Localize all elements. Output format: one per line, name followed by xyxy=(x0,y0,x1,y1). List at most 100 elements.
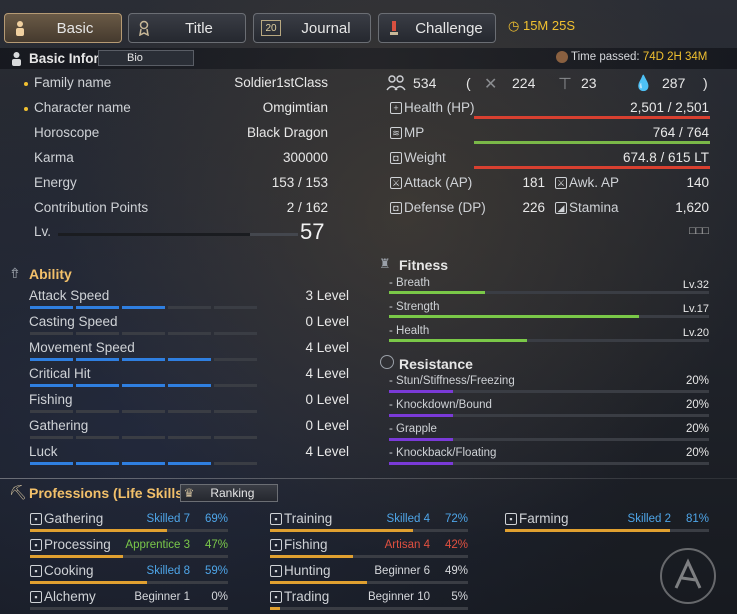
ability-label: Gathering xyxy=(29,418,89,433)
resistance-label: - Stun/Stiffness/Freezing xyxy=(389,375,515,387)
resistance-label: - Knockdown/Bound xyxy=(389,399,492,411)
resistance-bar-fill xyxy=(389,390,453,393)
resistance-value: 20% xyxy=(685,447,709,459)
fitness-icon: ♜ xyxy=(379,256,391,271)
ability-segment xyxy=(30,358,73,361)
resistance-value: 20% xyxy=(685,423,709,435)
ability-segment xyxy=(214,358,257,361)
fitness-title: Fitness xyxy=(399,257,449,273)
fitness-label: - Strength xyxy=(389,301,440,313)
game-logo xyxy=(660,548,716,604)
person-icon xyxy=(11,18,29,38)
profession-percent: 42% xyxy=(444,539,468,551)
count-combat: 224 xyxy=(512,75,536,91)
ability-segment xyxy=(76,332,119,335)
stat-bar xyxy=(474,166,710,169)
info-label: Energy xyxy=(34,175,77,190)
journal-icon-text: 20 xyxy=(261,20,281,36)
paren-open: ( xyxy=(466,75,471,91)
swords-icon: ✕ xyxy=(484,76,498,93)
fitness-bar xyxy=(389,315,709,318)
profession-rank: Beginner 6 xyxy=(374,565,430,577)
profession-bar xyxy=(270,529,468,532)
info-value: 300000 xyxy=(282,150,328,165)
defense-label: Defense (DP) xyxy=(404,200,486,215)
info-value: Soldier1stClass xyxy=(234,75,328,90)
ability-segment xyxy=(76,306,119,309)
profession-bar-fill xyxy=(30,529,167,532)
resistance-icon xyxy=(380,355,394,369)
ability-segment xyxy=(214,332,257,335)
ability-segment xyxy=(168,306,211,309)
profession-rank: Skilled 7 xyxy=(146,513,190,525)
ranking-button[interactable]: ♛ Ranking xyxy=(180,484,278,502)
bio-label: Bio xyxy=(127,52,143,64)
stamina-label: Stamina xyxy=(569,200,619,215)
level-label: Lv. xyxy=(34,224,52,239)
ability-label: Luck xyxy=(29,444,58,459)
stat-bar xyxy=(474,116,710,119)
stat-label: Weight xyxy=(404,150,446,165)
awk-icon: ⚔ xyxy=(555,177,567,189)
ability-value: 0 Level xyxy=(305,314,349,329)
level-bar xyxy=(58,233,298,236)
profession-bar xyxy=(505,529,709,532)
ability-segment xyxy=(122,410,165,413)
pickaxe-icon: ⊤ xyxy=(558,76,572,93)
profession-percent: 72% xyxy=(444,513,468,525)
resistance-bar-fill xyxy=(389,438,453,441)
ability-segment xyxy=(168,436,211,439)
resistance-bar xyxy=(389,390,709,393)
tab-title[interactable]: Title xyxy=(128,13,246,43)
ability-segment xyxy=(30,384,73,387)
count-other: 287 xyxy=(662,75,686,91)
resistance-bar-fill xyxy=(389,414,453,417)
ability-segment xyxy=(168,384,211,387)
profession-bar xyxy=(270,581,468,584)
ability-segment xyxy=(30,410,73,413)
profession-rank: Skilled 8 xyxy=(146,565,190,577)
attack-value: 181 xyxy=(522,175,545,190)
tab-journal[interactable]: 20 Journal xyxy=(253,13,371,43)
title-icon xyxy=(135,18,153,38)
mp-icon: ≋ xyxy=(390,127,402,139)
ability-value: 0 Level xyxy=(305,392,349,407)
ability-segment xyxy=(214,306,257,309)
tab-basic[interactable]: Basic xyxy=(4,13,122,43)
ability-segment xyxy=(122,462,165,465)
info-label: Karma xyxy=(34,150,74,165)
profession-percent: 81% xyxy=(685,513,709,525)
ability-segment xyxy=(168,462,211,465)
ability-segment xyxy=(76,410,119,413)
resistance-value: 20% xyxy=(685,399,709,411)
ability-segment xyxy=(76,462,119,465)
stat-label: Health (HP) xyxy=(404,100,475,115)
profession-bar-fill xyxy=(30,555,124,558)
group-icon xyxy=(386,74,406,92)
bio-button[interactable]: Bio xyxy=(98,50,194,66)
stat-value: 2,501 / 2,501 xyxy=(630,100,709,115)
ability-value: 3 Level xyxy=(305,288,349,303)
ability-segment xyxy=(30,332,73,335)
resistance-bar xyxy=(389,438,709,441)
resistance-title: Resistance xyxy=(399,356,473,372)
info-label: Character name xyxy=(34,100,131,115)
tab-label: Basic xyxy=(56,19,94,37)
profession-bar xyxy=(30,529,228,532)
shield-icon: ◘ xyxy=(390,202,402,214)
profession-bar-fill xyxy=(270,581,368,584)
tab-challenge[interactable]: Challenge xyxy=(378,13,496,43)
ability-value: 4 Level xyxy=(305,366,349,381)
stat-bar-fill xyxy=(474,166,710,169)
resistance-label: - Knockback/Floating xyxy=(389,447,497,459)
level-bar-fill xyxy=(58,233,250,236)
paren-close: ) xyxy=(703,75,708,91)
stat-bar xyxy=(474,141,710,144)
tab-label: Challenge xyxy=(415,19,483,37)
awk-value: 140 xyxy=(686,175,709,190)
resistance-value: 20% xyxy=(685,375,709,387)
ability-segment xyxy=(122,436,165,439)
ability-segment xyxy=(76,358,119,361)
ability-segment xyxy=(122,306,165,309)
ability-segment xyxy=(76,384,119,387)
